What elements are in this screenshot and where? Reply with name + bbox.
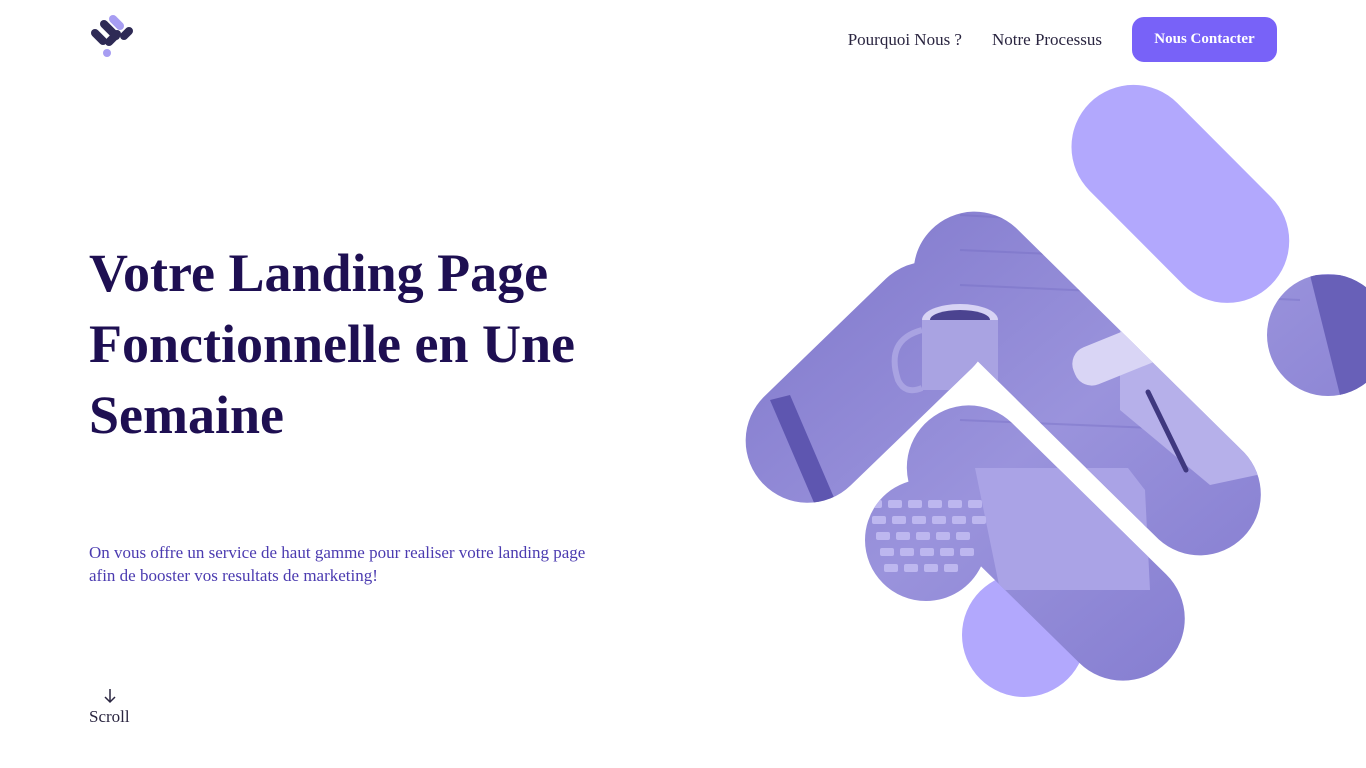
logo[interactable]: [88, 13, 136, 59]
scroll-label: Scroll: [89, 707, 130, 726]
main-nav: Pourquoi Nous ? Notre Processus Nous Con…: [848, 17, 1277, 62]
hero-title: Votre Landing Page Fonctionnelle en Une …: [89, 243, 575, 445]
bottom-circle-shape: [962, 573, 1086, 697]
scroll-indicator[interactable]: Scroll: [89, 687, 139, 727]
top-pill-shape: [1071, 84, 1290, 303]
stacked-pills-logo-icon: [91, 15, 133, 57]
arrow-down-icon: [104, 689, 116, 704]
nav-link-notre-processus[interactable]: Notre Processus: [992, 30, 1102, 50]
hero-subtitle: On vous offre un service de haut gamme p…: [89, 543, 586, 585]
nav-link-pourquoi-nous[interactable]: Pourquoi Nous ?: [848, 30, 962, 50]
contact-button[interactable]: Nous Contacter: [1132, 17, 1277, 62]
